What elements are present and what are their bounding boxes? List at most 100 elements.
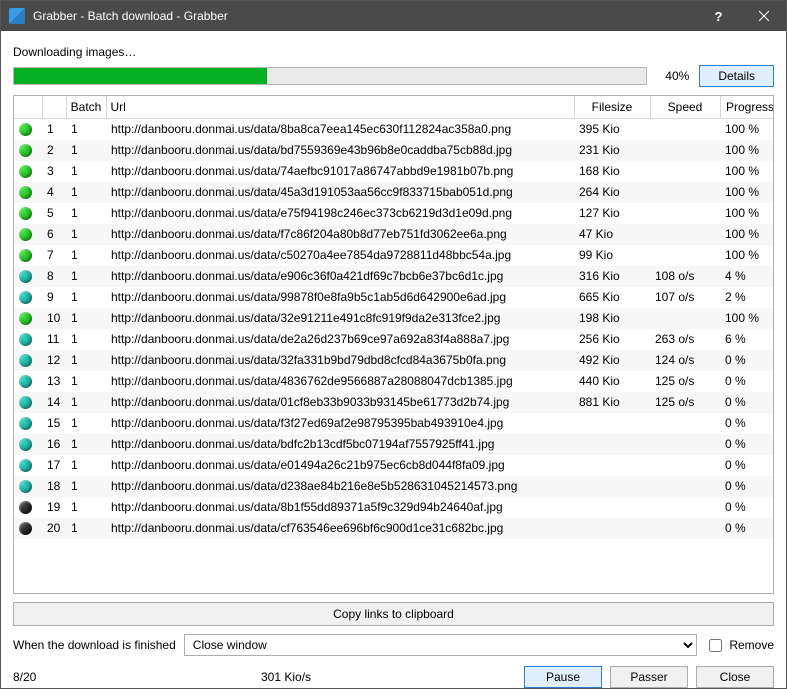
copy-links-button[interactable]: Copy links to clipboard [13, 602, 774, 626]
help-button[interactable]: ? [696, 1, 741, 31]
table-row[interactable]: 201http://danbooru.donmai.us/data/cf7635… [14, 518, 774, 539]
row-speed [650, 245, 720, 266]
col-header-status[interactable] [14, 96, 42, 119]
row-batch: 1 [66, 161, 106, 182]
row-progression: 4 % [720, 266, 774, 287]
row-url: http://danbooru.donmai.us/data/e75f94198… [106, 203, 574, 224]
row-number: 3 [42, 161, 66, 182]
row-number: 12 [42, 350, 66, 371]
row-filesize: 316 Kio [574, 266, 650, 287]
remove-checkbox[interactable] [709, 639, 722, 652]
table-row[interactable]: 111http://danbooru.donmai.us/data/de2a26… [14, 329, 774, 350]
col-header-num[interactable] [42, 96, 66, 119]
status-dot-icon [19, 354, 32, 367]
status-dot-icon [19, 522, 32, 535]
row-number: 16 [42, 434, 66, 455]
remove-checkbox-label[interactable]: Remove [705, 636, 774, 655]
row-filesize: 665 Kio [574, 287, 650, 308]
table-row[interactable]: 161http://danbooru.donmai.us/data/bdfc2b… [14, 434, 774, 455]
row-batch: 1 [66, 140, 106, 161]
table-row[interactable]: 51http://danbooru.donmai.us/data/e75f941… [14, 203, 774, 224]
table-row[interactable]: 81http://danbooru.donmai.us/data/e906c36… [14, 266, 774, 287]
finish-action-select[interactable]: Close window [184, 634, 698, 656]
row-number: 15 [42, 413, 66, 434]
row-speed [650, 413, 720, 434]
row-progression: 100 % [720, 140, 774, 161]
row-progression: 100 % [720, 119, 774, 140]
row-number: 11 [42, 329, 66, 350]
status-dot-icon [19, 249, 32, 262]
table-row[interactable]: 121http://danbooru.donmai.us/data/32fa33… [14, 350, 774, 371]
row-speed [650, 119, 720, 140]
row-filesize: 881 Kio [574, 392, 650, 413]
row-url: http://danbooru.donmai.us/data/bd7559369… [106, 140, 574, 161]
row-progression: 100 % [720, 203, 774, 224]
details-button[interactable]: Details [699, 65, 774, 87]
table-row[interactable]: 141http://danbooru.donmai.us/data/01cf8e… [14, 392, 774, 413]
status-dot-icon [19, 228, 32, 241]
table-row[interactable]: 11http://danbooru.donmai.us/data/8ba8ca7… [14, 119, 774, 140]
col-header-speed[interactable]: Speed [650, 96, 720, 119]
titlebar: Grabber - Batch download - Grabber ? [1, 1, 786, 31]
row-progression: 0 % [720, 350, 774, 371]
row-filesize: 198 Kio [574, 308, 650, 329]
row-speed [650, 434, 720, 455]
row-batch: 1 [66, 371, 106, 392]
table-row[interactable]: 41http://danbooru.donmai.us/data/45a3d19… [14, 182, 774, 203]
table-row[interactable]: 21http://danbooru.donmai.us/data/bd75593… [14, 140, 774, 161]
row-batch: 1 [66, 455, 106, 476]
row-speed [650, 308, 720, 329]
downloads-table[interactable]: Batch Url Filesize Speed Progression 11h… [13, 95, 774, 594]
passer-button[interactable]: Passer [610, 666, 688, 688]
col-header-url[interactable]: Url [106, 96, 574, 119]
row-filesize [574, 476, 650, 497]
col-header-filesize[interactable]: Filesize [574, 96, 650, 119]
row-number: 17 [42, 455, 66, 476]
table-row[interactable]: 31http://danbooru.donmai.us/data/74aefbc… [14, 161, 774, 182]
col-header-batch[interactable]: Batch [66, 96, 106, 119]
table-row[interactable]: 71http://danbooru.donmai.us/data/c50270a… [14, 245, 774, 266]
row-batch: 1 [66, 476, 106, 497]
row-url: http://danbooru.donmai.us/data/bdfc2b13c… [106, 434, 574, 455]
row-batch: 1 [66, 119, 106, 140]
row-filesize: 492 Kio [574, 350, 650, 371]
row-number: 9 [42, 287, 66, 308]
row-number: 7 [42, 245, 66, 266]
table-row[interactable]: 61http://danbooru.donmai.us/data/f7c86f2… [14, 224, 774, 245]
row-url: http://danbooru.donmai.us/data/32e91211e… [106, 308, 574, 329]
row-batch: 1 [66, 497, 106, 518]
table-row[interactable]: 151http://danbooru.donmai.us/data/f3f27e… [14, 413, 774, 434]
row-progression: 2 % [720, 287, 774, 308]
overall-speed: 301 Kio/s [261, 670, 516, 684]
row-batch: 1 [66, 245, 106, 266]
status-dot-icon [19, 480, 32, 493]
row-number: 4 [42, 182, 66, 203]
table-row[interactable]: 191http://danbooru.donmai.us/data/8b1f55… [14, 497, 774, 518]
row-number: 1 [42, 119, 66, 140]
row-url: http://danbooru.donmai.us/data/74aefbc91… [106, 161, 574, 182]
row-number: 14 [42, 392, 66, 413]
col-header-progression[interactable]: Progression [720, 96, 774, 119]
row-url: http://danbooru.donmai.us/data/cf763546e… [106, 518, 574, 539]
row-speed [650, 497, 720, 518]
download-counter: 8/20 [13, 670, 253, 684]
status-dot-icon [19, 165, 32, 178]
row-progression: 0 % [720, 413, 774, 434]
table-row[interactable]: 91http://danbooru.donmai.us/data/99878f0… [14, 287, 774, 308]
table-row[interactable]: 171http://danbooru.donmai.us/data/e01494… [14, 455, 774, 476]
row-url: http://danbooru.donmai.us/data/f7c86f204… [106, 224, 574, 245]
status-dot-icon [19, 417, 32, 430]
status-dot-icon [19, 144, 32, 157]
row-batch: 1 [66, 308, 106, 329]
table-row[interactable]: 101http://danbooru.donmai.us/data/32e912… [14, 308, 774, 329]
table-row[interactable]: 181http://danbooru.donmai.us/data/d238ae… [14, 476, 774, 497]
row-filesize: 395 Kio [574, 119, 650, 140]
pause-button[interactable]: Pause [524, 666, 602, 688]
close-button[interactable]: Close [696, 666, 774, 688]
row-batch: 1 [66, 224, 106, 245]
row-number: 20 [42, 518, 66, 539]
window-title: Grabber - Batch download - Grabber [33, 9, 696, 23]
table-row[interactable]: 131http://danbooru.donmai.us/data/483676… [14, 371, 774, 392]
close-window-button[interactable] [741, 1, 786, 31]
row-progression: 0 % [720, 392, 774, 413]
